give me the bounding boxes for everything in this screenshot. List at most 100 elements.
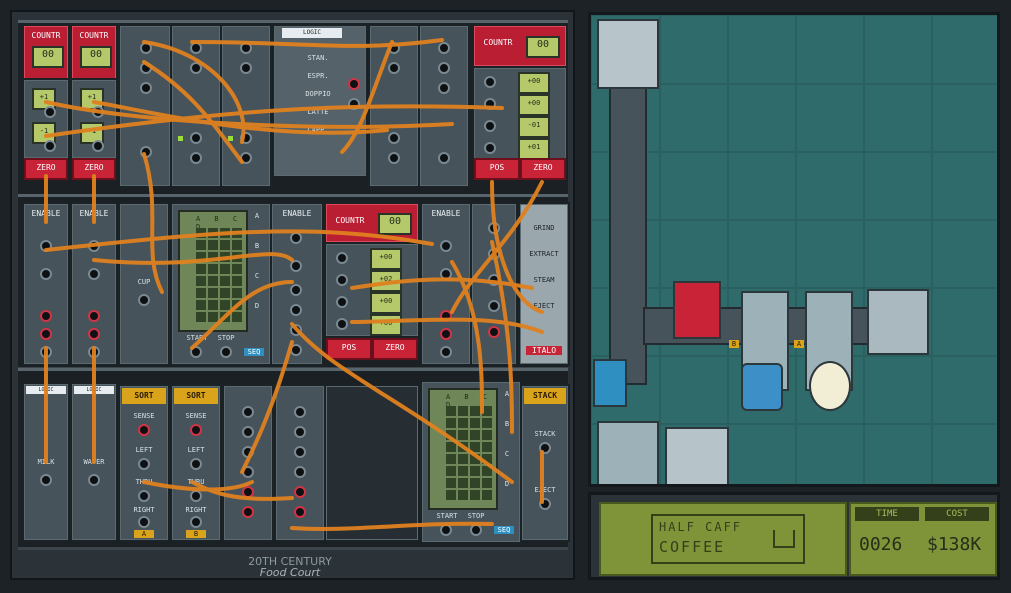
- jack[interactable]: [240, 42, 252, 54]
- jack[interactable]: [440, 240, 452, 252]
- jack[interactable]: [138, 516, 150, 528]
- jack[interactable]: [240, 152, 252, 164]
- jack[interactable]: [539, 498, 551, 510]
- jack[interactable]: [336, 252, 348, 264]
- jack[interactable]: [242, 506, 254, 518]
- jack[interactable]: [190, 132, 202, 144]
- counter-module[interactable]: COUNTR 00: [324, 202, 420, 244]
- jack[interactable]: [138, 490, 150, 502]
- jack[interactable]: [242, 406, 254, 418]
- stop-jack[interactable]: [470, 524, 482, 536]
- jack[interactable]: [138, 294, 150, 306]
- jack[interactable]: [336, 318, 348, 330]
- jack[interactable]: [440, 346, 452, 358]
- jack[interactable]: [140, 62, 152, 74]
- jack[interactable]: [484, 76, 496, 88]
- zero-button[interactable]: ZERO: [372, 338, 418, 360]
- jack[interactable]: [440, 268, 452, 280]
- stop-jack[interactable]: [220, 346, 232, 358]
- junction-module[interactable]: [220, 24, 272, 188]
- jack[interactable]: [138, 424, 150, 436]
- jack[interactable]: [388, 62, 400, 74]
- jack[interactable]: [438, 62, 450, 74]
- jack[interactable]: [40, 268, 52, 280]
- jack[interactable]: [294, 426, 306, 438]
- jack[interactable]: [488, 300, 500, 312]
- sort-module[interactable]: SORT SENSE LEFT THRU RIGHT B: [170, 384, 222, 542]
- jack[interactable]: [190, 152, 202, 164]
- jack[interactable]: [388, 152, 400, 164]
- counter-module[interactable]: COUNTR 00: [472, 24, 568, 68]
- jack[interactable]: [488, 326, 500, 338]
- jack[interactable]: [240, 132, 252, 144]
- jack[interactable]: [488, 248, 500, 260]
- jack[interactable]: [88, 240, 100, 252]
- start-jack[interactable]: [190, 346, 202, 358]
- zero-button[interactable]: ZERO: [24, 158, 68, 180]
- jack[interactable]: [290, 284, 302, 296]
- counter-values-module[interactable]: +00 +02 +00 +00: [324, 242, 420, 338]
- jack[interactable]: [438, 42, 450, 54]
- counter-control-module[interactable]: +1 -1: [70, 78, 118, 160]
- jack[interactable]: [388, 42, 400, 54]
- jack[interactable]: [88, 268, 100, 280]
- sequencer-cells[interactable]: [446, 406, 492, 500]
- jack[interactable]: [190, 458, 202, 470]
- jack[interactable]: [140, 146, 152, 158]
- jack[interactable]: [240, 62, 252, 74]
- jack[interactable]: [336, 274, 348, 286]
- jack[interactable]: [348, 78, 360, 90]
- junction-module[interactable]: [418, 24, 470, 188]
- jack[interactable]: [294, 446, 306, 458]
- junction-module[interactable]: [470, 202, 518, 366]
- junction-module[interactable]: [118, 24, 172, 188]
- jack[interactable]: [290, 304, 302, 316]
- jack[interactable]: [438, 152, 450, 164]
- jack[interactable]: [294, 486, 306, 498]
- factory-floor[interactable]: B A: [588, 12, 1000, 487]
- sequencer-cells[interactable]: [196, 228, 242, 322]
- jack[interactable]: [484, 98, 496, 110]
- jack[interactable]: [140, 82, 152, 94]
- jack[interactable]: [294, 466, 306, 478]
- jack[interactable]: [290, 232, 302, 244]
- jack[interactable]: [190, 516, 202, 528]
- jack[interactable]: [190, 490, 202, 502]
- junction-module[interactable]: [368, 24, 420, 188]
- jack[interactable]: [40, 240, 52, 252]
- jack[interactable]: [190, 62, 202, 74]
- enable-module[interactable]: ENABLE: [270, 202, 324, 366]
- enable-module[interactable]: ENABLE: [22, 202, 70, 366]
- start-jack[interactable]: [440, 524, 452, 536]
- water-dispenser-module[interactable]: LOGIC WATER: [70, 382, 118, 542]
- jack[interactable]: [40, 310, 52, 322]
- jack[interactable]: [242, 426, 254, 438]
- counter-values-module[interactable]: +00 +00 -01 +01: [472, 66, 568, 162]
- pos-button[interactable]: POS: [326, 338, 372, 360]
- logic-menu-module[interactable]: LOGIC STAN. ESPR. DOPPIO LATTE CAPP.: [272, 24, 368, 178]
- jack[interactable]: [438, 82, 450, 94]
- zero-button[interactable]: ZERO: [520, 158, 566, 180]
- jack[interactable]: [294, 506, 306, 518]
- italo-machine-module[interactable]: GRIND EXTRACT STEAM EJECT ITALO: [518, 202, 570, 366]
- jack[interactable]: [92, 140, 104, 152]
- jack[interactable]: [440, 310, 452, 322]
- enable-module[interactable]: ENABLE: [420, 202, 472, 366]
- junction-module[interactable]: [170, 24, 222, 188]
- counter-control-module[interactable]: +1 -1: [22, 78, 70, 160]
- jack[interactable]: [242, 466, 254, 478]
- jack[interactable]: [242, 486, 254, 498]
- jack[interactable]: [140, 42, 152, 54]
- jack[interactable]: [88, 474, 100, 486]
- jack[interactable]: [484, 142, 496, 154]
- jack[interactable]: [44, 140, 56, 152]
- jack[interactable]: [40, 346, 52, 358]
- enable-module[interactable]: ENABLE: [70, 202, 118, 366]
- jack[interactable]: [539, 442, 551, 454]
- cup-dispenser-module[interactable]: CUP: [118, 202, 170, 366]
- jack[interactable]: [290, 260, 302, 272]
- jack[interactable]: [336, 296, 348, 308]
- jack[interactable]: [138, 458, 150, 470]
- sort-module[interactable]: SORT SENSE LEFT THRU RIGHT A: [118, 384, 170, 542]
- sequencer-grid[interactable]: A B C D: [178, 210, 248, 332]
